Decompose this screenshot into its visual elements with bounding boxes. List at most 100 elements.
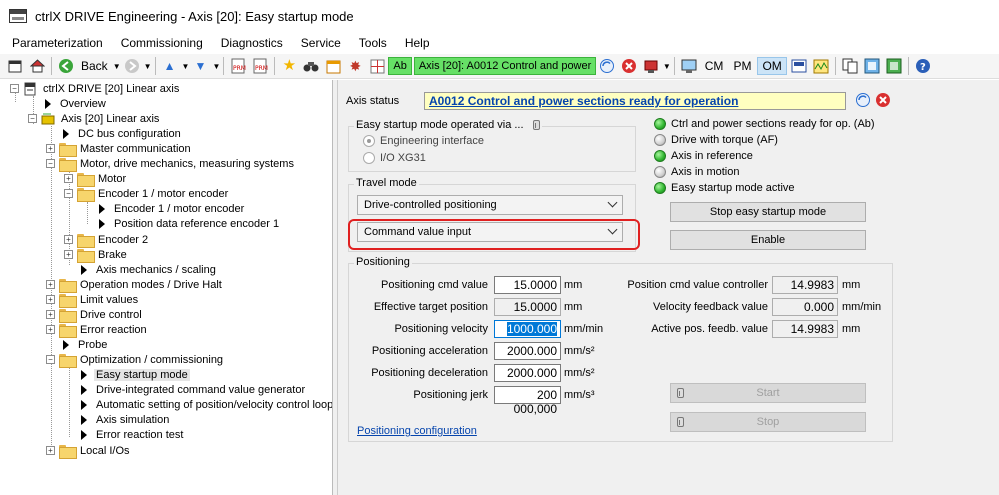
tree-item-master-comm[interactable]: + Master communication — [46, 141, 193, 157]
device-config-icon[interactable] — [886, 58, 902, 74]
command-value-input-dropdown[interactable]: Command value input — [357, 222, 623, 242]
copy-pages-icon[interactable] — [842, 58, 858, 74]
tree-item-encoder1-folder[interactable]: − Encoder 1 / motor encoder — [64, 186, 230, 202]
collapse-icon[interactable]: − — [46, 355, 55, 364]
radio-button[interactable] — [363, 135, 375, 148]
expand-icon[interactable]: + — [46, 280, 55, 289]
expand-icon[interactable]: + — [46, 144, 55, 153]
expand-icon[interactable]: + — [46, 310, 55, 319]
folder-icon — [77, 248, 95, 263]
nav-up-icon[interactable]: ▲ — [162, 58, 178, 74]
menu-commissioning[interactable]: Commissioning — [112, 32, 212, 54]
refresh-status-icon[interactable] — [599, 58, 615, 74]
start-button[interactable]: Start — [670, 383, 866, 403]
nav-down-dropdown-icon[interactable]: ▼ — [212, 62, 220, 71]
mode-om[interactable]: OM — [757, 57, 787, 75]
menu-tools[interactable]: Tools — [350, 32, 396, 54]
tree-item-encoder2[interactable]: + Encoder 2 — [64, 232, 150, 248]
tree-item-motor-mechanics[interactable]: − Motor, drive mechanics, measuring syst… — [46, 156, 296, 172]
tree-item-axis[interactable]: − Axis [20] Linear axis — [28, 111, 161, 126]
tree-item-easy-startup[interactable]: Easy startup mode — [78, 367, 190, 382]
travel-mode-dropdown[interactable]: Drive-controlled positioning — [357, 195, 623, 215]
tree-item-local-ios[interactable]: + Local I/Os — [46, 443, 132, 459]
drive-control-icon[interactable] — [643, 58, 659, 74]
axis-status-field[interactable]: A0012 Control and power sections ready f… — [424, 92, 846, 110]
expand-icon[interactable]: + — [46, 446, 55, 455]
expand-icon[interactable]: + — [64, 235, 73, 244]
binoculars-icon[interactable] — [303, 58, 319, 74]
radio-io-xg31[interactable]: I/O XG31 — [363, 152, 426, 165]
drive-control-dropdown-icon[interactable]: ▼ — [663, 62, 671, 71]
tree-item-probe[interactable]: Probe — [60, 337, 109, 352]
clear-error-icon[interactable] — [875, 92, 891, 111]
expand-icon[interactable]: + — [64, 174, 73, 183]
radio-engineering-interface[interactable]: Engineering interface — [363, 135, 484, 148]
tree-item-position-ref[interactable]: Position data reference encoder 1 — [96, 216, 281, 231]
forward-dropdown-icon[interactable]: ▼ — [144, 62, 152, 71]
mode-cm[interactable]: CM — [701, 58, 728, 74]
tree-item-encoder1-page[interactable]: Encoder 1 / motor encoder — [96, 201, 246, 216]
stop-easy-startup-button[interactable]: Stop easy startup mode — [670, 202, 866, 222]
collapse-icon[interactable]: − — [10, 84, 19, 93]
window-icon[interactable] — [7, 58, 23, 74]
back-button[interactable]: Back — [77, 56, 112, 76]
nav-up-dropdown-icon[interactable]: ▼ — [182, 62, 190, 71]
positioning-acceleration-input[interactable]: 2000.000 — [494, 342, 561, 360]
radio-button[interactable] — [363, 152, 375, 165]
tree-item-drive-control[interactable]: + Drive control — [46, 307, 144, 323]
home-icon[interactable] — [29, 58, 45, 74]
folder-icon — [59, 323, 77, 338]
positioning-cmd-value-input[interactable]: 15.0000 — [494, 276, 561, 294]
positioning-configuration-link[interactable]: Positioning configuration — [357, 425, 477, 437]
forward-arrow-icon[interactable] — [124, 58, 140, 74]
collapse-icon[interactable]: − — [28, 114, 37, 123]
mode-pm[interactable]: PM — [729, 58, 755, 74]
positioning-velocity-input[interactable]: 1000.000 — [494, 320, 561, 338]
favorite-star-icon[interactable]: ★ — [281, 58, 297, 74]
tree-item-optimization[interactable]: − Optimization / commissioning — [46, 352, 225, 368]
calendar-icon[interactable] — [325, 58, 341, 74]
tree-item-dc-bus[interactable]: DC bus configuration — [60, 126, 183, 141]
tree-item-root[interactable]: − ctrlX DRIVE [20] Linear axis — [10, 81, 181, 96]
axis-grid-icon[interactable] — [369, 58, 385, 74]
tree-item-error-reaction-test[interactable]: Error reaction test — [78, 427, 185, 442]
menu-diagnostics[interactable]: Diagnostics — [212, 32, 292, 54]
expand-icon[interactable]: + — [46, 325, 55, 334]
help-icon[interactable]: ? — [915, 58, 931, 74]
tree-item-axis-simulation[interactable]: Axis simulation — [78, 412, 171, 427]
back-arrow-icon[interactable] — [58, 58, 74, 74]
tree-item-limit-values[interactable]: + Limit values — [46, 292, 140, 308]
settings-gear-icon[interactable]: ✸ — [347, 58, 363, 74]
tree-item-brake[interactable]: + Brake — [64, 247, 129, 263]
tree-item-error-reaction[interactable]: + Error reaction — [46, 322, 149, 338]
menu-service[interactable]: Service — [292, 32, 350, 54]
network-icon[interactable] — [864, 58, 880, 74]
enable-button[interactable]: Enable — [670, 230, 866, 250]
folder-icon — [59, 142, 77, 157]
velocity-feedback-label: Velocity feedback value — [653, 301, 768, 313]
parameter-file-2-icon[interactable]: PRM — [252, 58, 268, 74]
parameter-file-icon[interactable]: PRM — [230, 58, 246, 74]
tree-item-auto-control-loop[interactable]: Automatic setting of position/velocity c… — [78, 397, 332, 412]
positioning-deceleration-input[interactable]: 2000.000 — [494, 364, 561, 382]
tree-item-axis-mechanics[interactable]: Axis mechanics / scaling — [78, 262, 218, 277]
tree-item-overview[interactable]: Overview — [42, 96, 108, 111]
menu-help[interactable]: Help — [396, 32, 439, 54]
tree-item-cmd-value-generator[interactable]: Drive-integrated command value generator — [78, 382, 307, 397]
tree-item-operation-modes[interactable]: + Operation modes / Drive Halt — [46, 277, 224, 293]
nav-down-icon[interactable]: ▼ — [192, 58, 208, 74]
display-icon[interactable] — [791, 58, 807, 74]
collapse-icon[interactable]: − — [46, 159, 55, 168]
clear-error-icon[interactable] — [621, 58, 637, 74]
positioning-jerk-input[interactable]: 200 000,000 — [494, 386, 561, 416]
refresh-status-icon[interactable] — [855, 92, 871, 111]
stop-button[interactable]: Stop — [670, 412, 866, 432]
back-dropdown-icon[interactable]: ▼ — [113, 62, 121, 71]
tree-item-motor[interactable]: + Motor — [64, 171, 128, 187]
oscilloscope-icon[interactable] — [813, 58, 829, 74]
menu-parameterization[interactable]: Parameterization — [3, 32, 112, 54]
collapse-icon[interactable]: − — [64, 189, 73, 198]
expand-icon[interactable]: + — [64, 250, 73, 259]
expand-icon[interactable]: + — [46, 295, 55, 304]
monitor-icon[interactable] — [681, 58, 697, 74]
